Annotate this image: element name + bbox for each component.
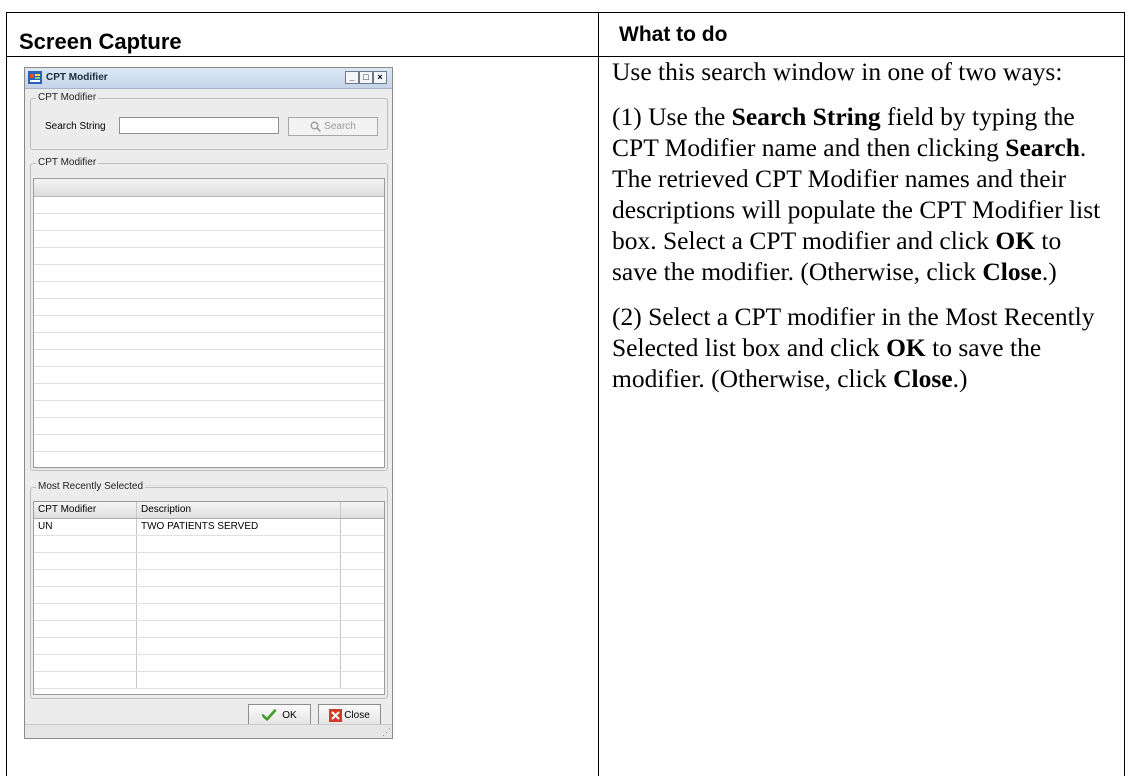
- table-row[interactable]: UN TWO PATIENTS SERVED: [34, 519, 384, 536]
- ok-button-label: OK: [282, 709, 297, 721]
- table-row[interactable]: [34, 655, 384, 672]
- ok-button[interactable]: OK: [248, 704, 311, 726]
- bold-close: Close: [893, 364, 953, 393]
- instruction-intro: Use this search window in one of two way…: [612, 57, 1063, 86]
- search-button[interactable]: Search: [288, 117, 378, 136]
- table-row[interactable]: [34, 604, 384, 621]
- list-item[interactable]: [34, 418, 384, 435]
- list-item[interactable]: [34, 367, 384, 384]
- row-cpt-modifier-code: UN: [34, 519, 137, 535]
- search-button-label: Search: [324, 121, 356, 132]
- table-row[interactable]: [34, 587, 384, 604]
- status-strip: ⋰: [25, 724, 392, 738]
- red-x-icon: [329, 708, 343, 722]
- results-group-label: CPT Modifier: [36, 157, 99, 168]
- close-button-label: Close: [344, 709, 370, 721]
- most-recently-selected-grid[interactable]: CPT Modifier Description UN TWO PATIENTS…: [33, 501, 385, 695]
- search-group: CPT Modifier Search String Search: [30, 92, 388, 150]
- column-header-cpt-modifier[interactable]: CPT Modifier: [34, 502, 137, 518]
- bold-search-string: Search String: [731, 102, 881, 131]
- list-item[interactable]: [34, 197, 384, 214]
- list-item[interactable]: [34, 333, 384, 350]
- window-title: CPT Modifier: [46, 72, 108, 83]
- list-item[interactable]: [34, 350, 384, 367]
- table-row[interactable]: [34, 570, 384, 587]
- maximize-button[interactable]: □: [359, 71, 373, 84]
- search-group-label: CPT Modifier: [36, 92, 99, 103]
- table-row[interactable]: [34, 672, 384, 689]
- list-item[interactable]: [34, 401, 384, 418]
- bold-ok: OK: [886, 333, 926, 362]
- search-string-label: Search String: [45, 121, 106, 132]
- table-row[interactable]: [34, 638, 384, 655]
- list-item[interactable]: [34, 299, 384, 316]
- bold-search: Search: [1005, 133, 1080, 162]
- list-item[interactable]: [34, 452, 384, 469]
- recent-group-label: Most Recently Selected: [36, 481, 146, 492]
- grid-header-row: CPT Modifier Description: [34, 502, 384, 519]
- list-item[interactable]: [34, 231, 384, 248]
- bold-close: Close: [982, 257, 1042, 286]
- app-window-icon: [28, 71, 42, 84]
- table-row[interactable]: [34, 553, 384, 570]
- list-item[interactable]: [34, 248, 384, 265]
- instruction-option-1: (1) Use the Search String field by typin…: [612, 102, 1101, 286]
- instruction-option-2: (2) Select a CPT modifier in the Most Re…: [612, 302, 1095, 393]
- close-button[interactable]: Close: [318, 704, 381, 726]
- cpt-modifier-window: CPT Modifier _ □ × CPT Modifier Search S…: [24, 67, 393, 739]
- column-header-description[interactable]: Description: [137, 502, 341, 518]
- list-item[interactable]: [34, 214, 384, 231]
- close-window-button[interactable]: ×: [373, 71, 387, 84]
- search-string-input[interactable]: [119, 117, 279, 134]
- row-description: TWO PATIENTS SERVED: [137, 519, 341, 535]
- list-item[interactable]: [34, 435, 384, 452]
- bold-ok: OK: [995, 226, 1036, 255]
- table-row[interactable]: [34, 621, 384, 638]
- results-list-header: [34, 179, 384, 197]
- checkmark-icon: [262, 709, 277, 721]
- list-item[interactable]: [34, 282, 384, 299]
- recent-group: Most Recently Selected CPT Modifier Desc…: [30, 481, 388, 699]
- list-item[interactable]: [34, 384, 384, 401]
- list-item[interactable]: [34, 316, 384, 333]
- column-header-screen-capture: Screen Capture: [19, 29, 182, 54]
- cpt-modifier-results-list[interactable]: [33, 178, 385, 486]
- window-titlebar: CPT Modifier _ □ ×: [25, 68, 392, 89]
- minimize-button[interactable]: _: [345, 71, 359, 84]
- instructions: Use this search window in one of two way…: [612, 56, 1112, 408]
- resize-grip-icon[interactable]: ⋰: [382, 728, 391, 737]
- column-header-what-to-do: What to do: [619, 23, 728, 46]
- magnifier-icon: [310, 121, 322, 132]
- table-row[interactable]: [34, 536, 384, 553]
- results-group: CPT Modifier: [30, 157, 388, 486]
- column-divider: [598, 13, 599, 776]
- list-item[interactable]: [34, 265, 384, 282]
